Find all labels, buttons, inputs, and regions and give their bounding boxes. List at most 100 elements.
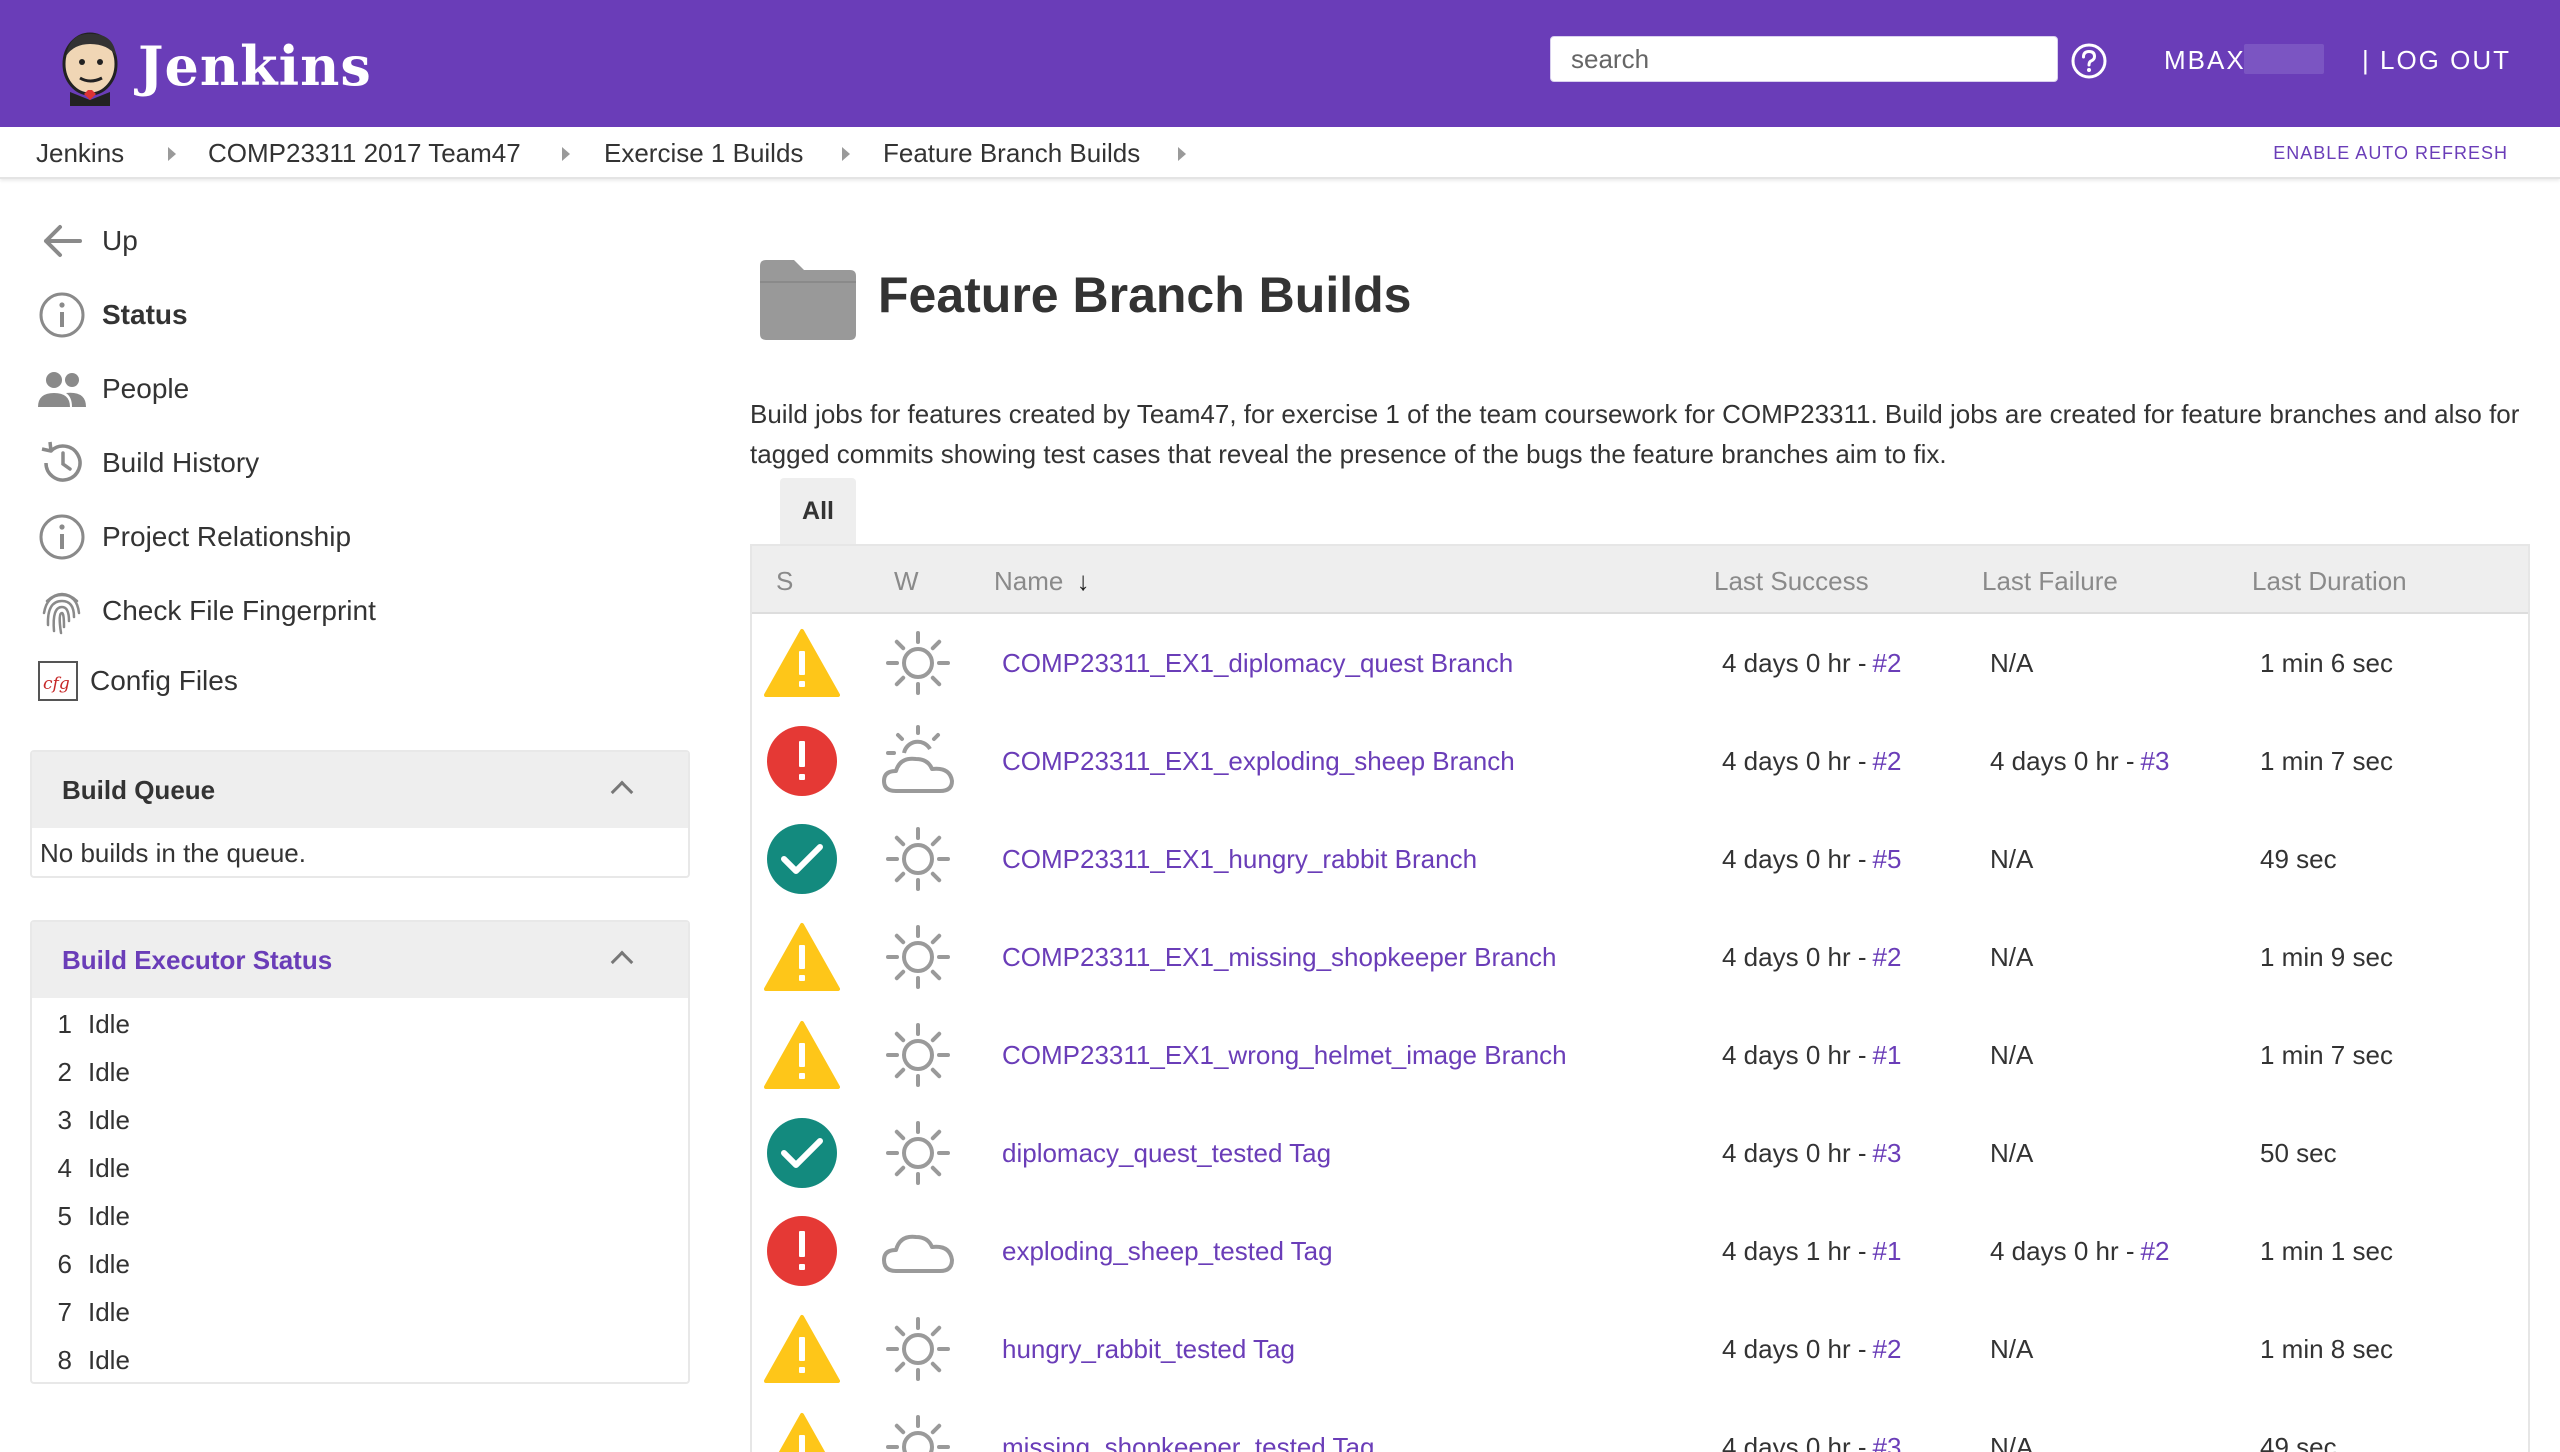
last-duration: 50 sec bbox=[2260, 1137, 2337, 1168]
last-failure-build-link[interactable]: #2 bbox=[2141, 1236, 2170, 1267]
job-name-link[interactable]: COMP23311_EX1_missing_shopkeeper Branch bbox=[1002, 942, 1557, 973]
breadcrumb-chevron-icon[interactable] bbox=[1178, 147, 1186, 161]
failed-status-icon[interactable] bbox=[764, 712, 840, 810]
sidebar-item-label: Config Files bbox=[90, 665, 238, 696]
last-success-build-link[interactable]: #2 bbox=[1873, 746, 1902, 777]
unstable-status-icon[interactable] bbox=[764, 614, 840, 712]
job-name-link[interactable]: COMP23311_EX1_diplomacy_quest Branch bbox=[1002, 648, 1513, 679]
search-input[interactable] bbox=[1550, 36, 2058, 82]
success-status-icon[interactable] bbox=[764, 810, 840, 908]
unstable-status-icon[interactable] bbox=[764, 1398, 840, 1452]
last-success-build-link[interactable]: #2 bbox=[1873, 942, 1902, 973]
build-queue-header: Build Queue bbox=[32, 752, 688, 828]
sidebar-item-project-relationship[interactable]: Project Relationship bbox=[36, 512, 351, 562]
success-status-icon[interactable] bbox=[764, 1104, 840, 1202]
job-name-link[interactable]: missing_shopkeeper_tested Tag bbox=[1002, 1432, 1374, 1452]
cloudy-weather-icon[interactable] bbox=[880, 1202, 956, 1300]
sidebar-item-people[interactable]: People bbox=[36, 364, 189, 414]
chevron-up-icon[interactable] bbox=[610, 950, 634, 974]
arrow-left-icon bbox=[36, 216, 88, 266]
unstable-status-icon[interactable] bbox=[764, 1006, 840, 1104]
job-name-link[interactable]: hungry_rabbit_tested Tag bbox=[1002, 1334, 1295, 1365]
job-name-link[interactable]: COMP23311_EX1_wrong_helmet_image Branch bbox=[1002, 1040, 1567, 1071]
sidebar-item-check-file-fingerprint[interactable]: Check File Fingerprint bbox=[36, 586, 376, 636]
info-icon bbox=[36, 512, 88, 562]
column-header-name[interactable]: Name ↓ bbox=[994, 566, 1090, 597]
chevron-up-icon[interactable] bbox=[610, 780, 634, 804]
sunny-weather-icon[interactable] bbox=[880, 1398, 956, 1452]
tab-all[interactable]: All bbox=[780, 478, 856, 544]
breadcrumb-feature-branch[interactable]: Feature Branch Builds bbox=[883, 138, 1140, 169]
table-row: COMP23311_EX1_exploding_sheep Branch 4 da… bbox=[752, 712, 2528, 810]
last-success-build-link[interactable]: #3 bbox=[1873, 1432, 1902, 1452]
executor-number: 6 bbox=[57, 1248, 72, 1279]
build-executor-panel: Build Executor Status 1 Idle 2 Idle 3 Idle … bbox=[30, 920, 690, 1384]
jenkins-logo[interactable]: Jenkins bbox=[52, 26, 372, 106]
user-name[interactable]: MBAX bbox=[2164, 45, 2246, 76]
build-queue-title[interactable]: Build Queue bbox=[62, 775, 215, 806]
last-failure-cell: 4 days 0 hr - #3 bbox=[1990, 712, 2169, 810]
build-executor-title[interactable]: Build Executor Status bbox=[62, 945, 332, 976]
last-failure-time: 4 days 0 hr - bbox=[1990, 1235, 2135, 1266]
job-name-link[interactable]: COMP23311_EX1_exploding_sheep Branch bbox=[1002, 746, 1515, 777]
table-row: COMP23311_EX1_missing_shopkeeper Branch 4… bbox=[752, 908, 2528, 1006]
executor-row: 8 Idle bbox=[32, 1336, 688, 1384]
column-header-last-failure[interactable]: Last Failure bbox=[1982, 566, 2118, 597]
enable-auto-refresh-link[interactable]: ENABLE AUTO REFRESH bbox=[2273, 143, 2508, 164]
last-success-build-link[interactable]: #5 bbox=[1873, 844, 1902, 875]
breadcrumb-chevron-icon[interactable] bbox=[842, 147, 850, 161]
last-success-build-link[interactable]: #1 bbox=[1873, 1236, 1902, 1267]
last-success-build-link[interactable]: #2 bbox=[1873, 648, 1902, 679]
sidebar-item-status[interactable]: Status bbox=[36, 290, 188, 340]
breadcrumb-exercise[interactable]: Exercise 1 Builds bbox=[604, 138, 803, 169]
failed-status-icon[interactable] bbox=[764, 1202, 840, 1300]
job-name-link[interactable]: COMP23311_EX1_hungry_rabbit Branch bbox=[1002, 844, 1477, 875]
last-failure-build-link[interactable]: #3 bbox=[2141, 746, 2170, 777]
logout-link[interactable]: | LOG OUT bbox=[2362, 45, 2511, 76]
executor-number: 4 bbox=[57, 1152, 72, 1183]
last-success-build-link[interactable]: #3 bbox=[1873, 1138, 1902, 1169]
column-header-last-success[interactable]: Last Success bbox=[1714, 566, 1869, 597]
sidebar-item-up[interactable]: Up bbox=[36, 216, 138, 266]
last-success-time: 4 days 1 hr - bbox=[1722, 1235, 1867, 1266]
last-failure-time: N/A bbox=[1990, 1333, 2034, 1364]
last-duration: 1 min 1 sec bbox=[2260, 1235, 2393, 1266]
sunny-weather-icon[interactable] bbox=[880, 1006, 956, 1104]
sunny-weather-icon[interactable] bbox=[880, 1104, 956, 1202]
sidebar-item-label: Check File Fingerprint bbox=[102, 595, 376, 626]
last-success-build-link[interactable]: #1 bbox=[1873, 1040, 1902, 1071]
column-header-weather[interactable]: W bbox=[894, 566, 919, 597]
sunny-weather-icon[interactable] bbox=[880, 908, 956, 1006]
sidebar-item-config-files[interactable]: cfg Config Files bbox=[36, 656, 238, 706]
last-success-time: 4 days 0 hr - bbox=[1722, 647, 1867, 678]
breadcrumb-chevron-icon[interactable] bbox=[562, 147, 570, 161]
sunny-weather-icon[interactable] bbox=[880, 1300, 956, 1398]
unstable-status-icon[interactable] bbox=[764, 1300, 840, 1398]
breadcrumb-team[interactable]: COMP23311 2017 Team47 bbox=[208, 138, 521, 169]
column-header-last-duration[interactable]: Last Duration bbox=[2252, 566, 2407, 597]
breadcrumb-jenkins[interactable]: Jenkins bbox=[36, 138, 124, 169]
executor-row: 3 Idle bbox=[32, 1096, 688, 1144]
last-success-cell: 4 days 0 hr - #3 bbox=[1722, 1398, 1901, 1452]
sunny-weather-icon[interactable] bbox=[880, 810, 956, 908]
last-failure-cell: N/A bbox=[1990, 810, 2033, 908]
executor-status: Idle bbox=[88, 1152, 130, 1183]
last-success-time: 4 days 0 hr - bbox=[1722, 1137, 1867, 1168]
last-failure-cell: N/A bbox=[1990, 1104, 2033, 1202]
last-success-build-link[interactable]: #2 bbox=[1873, 1334, 1902, 1365]
breadcrumb-chevron-icon[interactable] bbox=[168, 147, 176, 161]
sunny-weather-icon[interactable] bbox=[880, 614, 956, 712]
last-failure-time: 4 days 0 hr - bbox=[1990, 745, 2135, 776]
help-icon[interactable] bbox=[2070, 42, 2108, 80]
table-row: exploding_sheep_tested Tag 4 days 1 hr - … bbox=[752, 1202, 2528, 1300]
unstable-status-icon[interactable] bbox=[764, 908, 840, 1006]
executor-number: 5 bbox=[57, 1200, 72, 1231]
job-name-link[interactable]: diplomacy_quest_tested Tag bbox=[1002, 1138, 1331, 1169]
sidebar-item-build-history[interactable]: Build History bbox=[36, 438, 259, 488]
partly-cloudy-weather-icon[interactable] bbox=[880, 712, 956, 810]
table-row: COMP23311_EX1_hungry_rabbit Branch 4 days… bbox=[752, 810, 2528, 908]
last-success-cell: 4 days 0 hr - #1 bbox=[1722, 1006, 1901, 1104]
job-name-link[interactable]: exploding_sheep_tested Tag bbox=[1002, 1236, 1333, 1267]
column-header-status[interactable]: S bbox=[776, 566, 793, 597]
sidebar-item-label: Status bbox=[102, 299, 188, 330]
